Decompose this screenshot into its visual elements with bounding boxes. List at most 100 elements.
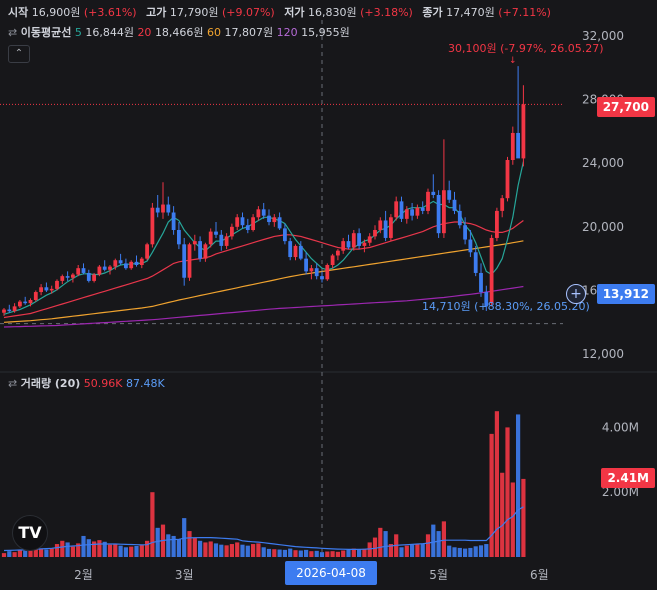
volume-bar	[65, 542, 70, 557]
volume-bar	[325, 551, 330, 557]
candle-body	[261, 209, 266, 216]
volume-bar	[404, 545, 409, 557]
ma60-value: 17,807원	[224, 26, 274, 39]
candle-body	[505, 160, 510, 199]
volume-bar	[129, 546, 134, 557]
candle-body	[325, 265, 330, 280]
low-annotation: 14,710원 (+88.30%, 26.05.20)	[422, 300, 590, 313]
high-change: (+9.07%)	[221, 6, 275, 19]
volume-bar	[330, 551, 335, 557]
price-axis-tick: 32,000	[582, 29, 624, 43]
tradingview-logo[interactable]: TV	[12, 515, 48, 551]
chart-canvas[interactable]: 32,00028,00024,00020,00016,00012,0004.00…	[0, 0, 657, 590]
low-value: 16,830원	[307, 6, 357, 19]
volume-bar	[113, 544, 118, 557]
price-axis-tick: 12,000	[582, 347, 624, 361]
candle-body	[155, 207, 160, 213]
volume-bar	[198, 540, 203, 557]
ma60-period: 60	[207, 26, 222, 39]
volume-bar	[447, 545, 452, 557]
volume-bar	[304, 549, 309, 557]
candle-body	[129, 261, 134, 269]
candle-body	[314, 268, 319, 277]
candle-body	[76, 268, 81, 275]
crosshair-date-label: 2026-04-08	[285, 561, 377, 585]
ma5-value: 16,844원	[85, 26, 134, 39]
volume-bar	[410, 544, 415, 557]
add-alert-button[interactable]: +	[566, 284, 586, 304]
volume-value-1: 50.96K	[83, 377, 123, 390]
volume-bar	[277, 549, 282, 557]
volume-bar	[420, 543, 425, 557]
volume-bar	[256, 543, 261, 557]
candle-body	[118, 260, 123, 264]
ma-legend: ⇄ 이동평균선 5 16,844원 20 18,466원 60 17,807원 …	[8, 26, 350, 40]
candle-body	[33, 292, 38, 300]
collapse-legend-button[interactable]: ⌃	[8, 45, 30, 63]
close-change: (+7.11%)	[498, 6, 551, 19]
candle-body	[436, 195, 441, 234]
volume-bar	[139, 545, 144, 557]
volume-bar	[357, 549, 362, 557]
candle-body	[71, 274, 75, 278]
candle-body	[510, 132, 515, 160]
volume-bar	[457, 547, 462, 557]
high-marker-arrow: ↓	[509, 56, 517, 66]
volume-bar	[510, 482, 515, 557]
volume-label[interactable]: 거래량 (20)	[21, 377, 81, 390]
volume-bar	[505, 427, 510, 557]
volume-bar	[166, 534, 171, 557]
candle-body	[367, 236, 372, 243]
candle-body	[256, 209, 261, 218]
volume-bar	[441, 521, 446, 557]
candle-body	[283, 228, 287, 242]
candle-body	[389, 217, 393, 238]
ma-settings-icon[interactable]: ⇄	[8, 26, 17, 39]
volume-bar	[23, 550, 28, 557]
ma5-period: 5	[74, 26, 82, 39]
volume-bar	[192, 537, 197, 557]
candle-body	[192, 241, 197, 245]
volume-bar	[145, 540, 150, 557]
volume-bar	[362, 548, 367, 557]
volume-bar	[266, 548, 272, 557]
volume-bar	[123, 547, 128, 557]
candle-body	[410, 209, 414, 216]
candle-body	[124, 263, 128, 269]
candle-body	[346, 241, 351, 248]
volume-bar	[293, 550, 298, 557]
volume-bar	[44, 549, 49, 557]
candle-body	[489, 237, 494, 304]
candle-body	[224, 236, 229, 246]
candle-body	[320, 276, 324, 280]
candle-body	[373, 230, 377, 237]
volume-settings-icon[interactable]: ⇄	[8, 377, 17, 390]
candle-body	[309, 268, 314, 272]
candle-body	[245, 225, 250, 230]
candle-body	[341, 241, 346, 251]
candle-body	[473, 252, 478, 273]
volume-bar	[288, 548, 293, 557]
ma-label[interactable]: 이동평균선	[21, 26, 72, 39]
candle-body	[404, 209, 409, 219]
candle-body	[65, 276, 70, 278]
volume-bar	[489, 433, 494, 557]
candle-body	[187, 244, 192, 278]
candle-body	[102, 266, 107, 270]
candle-body	[399, 201, 404, 219]
candle-body	[134, 261, 139, 265]
candle-body	[81, 268, 86, 273]
volume-bar	[282, 549, 287, 557]
candle-body	[171, 212, 176, 230]
volume-bar	[245, 545, 250, 557]
candle-body	[49, 288, 54, 291]
candle-body	[336, 250, 340, 256]
time-axis-tick: 3월	[175, 568, 194, 582]
close-label: 종가	[422, 6, 443, 19]
candle-body	[272, 217, 277, 223]
volume-bar	[500, 472, 505, 557]
candle-body	[463, 225, 467, 240]
volume-bar	[516, 414, 521, 557]
volume-bar	[468, 547, 473, 557]
volume-bar	[39, 548, 44, 557]
